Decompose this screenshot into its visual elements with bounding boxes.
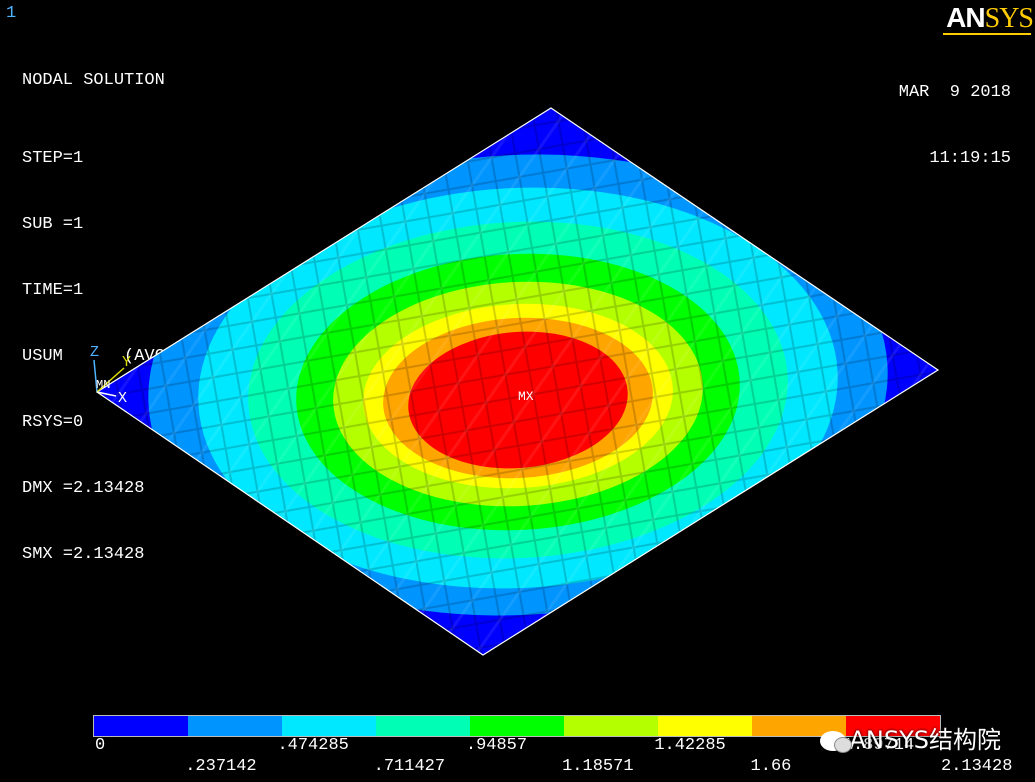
- legend-label-top-0: 0: [95, 736, 106, 755]
- min-marker-label: MN: [96, 378, 111, 392]
- wechat-icon: [819, 731, 852, 753]
- contour-plot[interactable]: [0, 0, 1035, 700]
- legend-swatch-0: [94, 716, 188, 736]
- legend-label-bottom-4: 2.13428: [941, 757, 1013, 776]
- legend-swatch-4: [470, 716, 564, 736]
- axis-x-label: X: [118, 390, 128, 407]
- deformed-plate: [97, 108, 938, 655]
- axis-y-label: Y: [122, 354, 132, 371]
- legend-swatch-2: [282, 716, 376, 736]
- legend-label-top-3: 1.42285: [654, 736, 726, 755]
- legend-swatch-6: [658, 716, 752, 736]
- legend-swatch-3: [376, 716, 470, 736]
- legend-label-top-2: .94857: [465, 736, 528, 755]
- legend-label-bottom-3: 1.66: [750, 757, 792, 776]
- mesh-facets: [97, 108, 938, 655]
- legend-label-bottom-0: .237142: [185, 757, 257, 776]
- watermark-text: ANSYS结构院: [849, 726, 1002, 754]
- max-marker-label: MX: [518, 389, 534, 404]
- legend-label-bottom-2: 1.18571: [562, 757, 634, 776]
- legend-swatch-1: [188, 716, 282, 736]
- legend-swatch-5: [564, 716, 658, 736]
- axis-z-label: Z: [90, 344, 100, 361]
- legend-label-top-1: .474285: [277, 736, 349, 755]
- contour-legend-bar: [93, 715, 941, 737]
- legend-label-bottom-1: .711427: [373, 757, 446, 776]
- watermark: ANSYS结构院: [819, 720, 1002, 755]
